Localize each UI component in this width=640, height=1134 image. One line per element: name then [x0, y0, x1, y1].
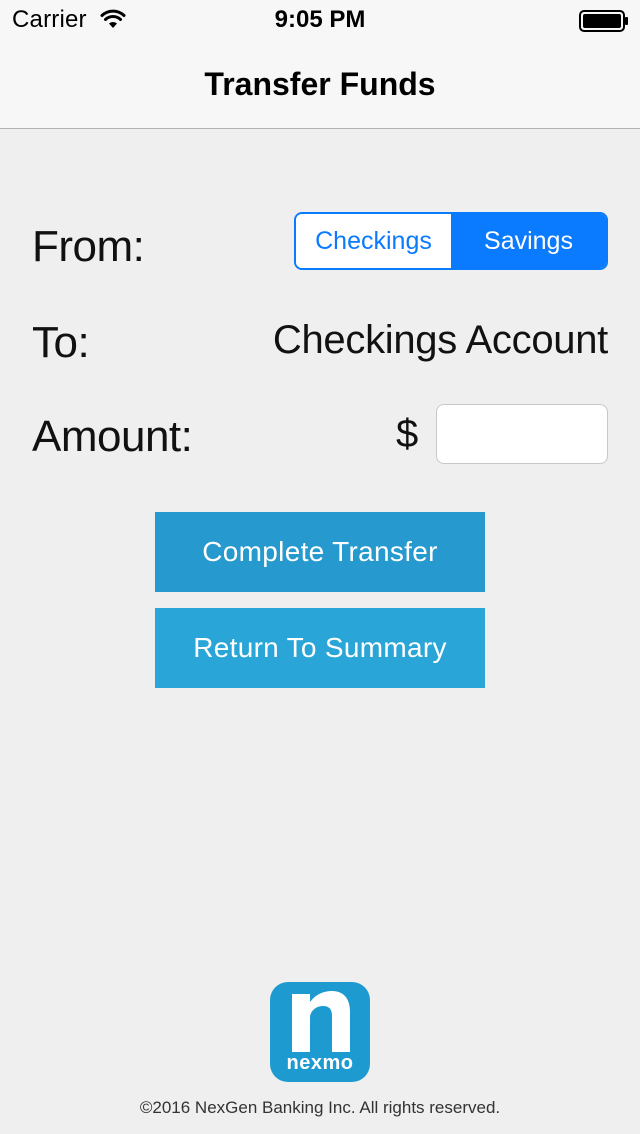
amount-label: Amount:	[32, 412, 193, 461]
from-label: From:	[32, 222, 145, 271]
navigation-bar: Transfer Funds	[0, 40, 640, 129]
status-bar: Carrier 9:05 PM	[0, 0, 640, 40]
return-to-summary-button[interactable]: Return To Summary	[155, 608, 485, 688]
to-account-value: Checkings Account	[272, 318, 608, 362]
segment-checkings[interactable]: Checkings	[296, 214, 451, 268]
from-account-segmented-control[interactable]: Checkings Savings	[294, 212, 608, 270]
amount-input[interactable]	[436, 404, 608, 464]
to-label: To:	[32, 318, 90, 367]
battery-icon	[579, 10, 628, 32]
status-time: 9:05 PM	[274, 6, 366, 33]
logo-wordmark: nexmo	[286, 1052, 354, 1074]
currency-symbol: $	[396, 412, 419, 456]
segment-savings[interactable]: Savings	[451, 214, 606, 268]
complete-transfer-button[interactable]: Complete Transfer	[155, 512, 485, 592]
page-title: Transfer Funds	[204, 66, 436, 102]
nexmo-logo: nexmo	[270, 982, 370, 1082]
footer-copyright: ©2016 NexGen Banking Inc. All rights res…	[139, 1098, 501, 1117]
